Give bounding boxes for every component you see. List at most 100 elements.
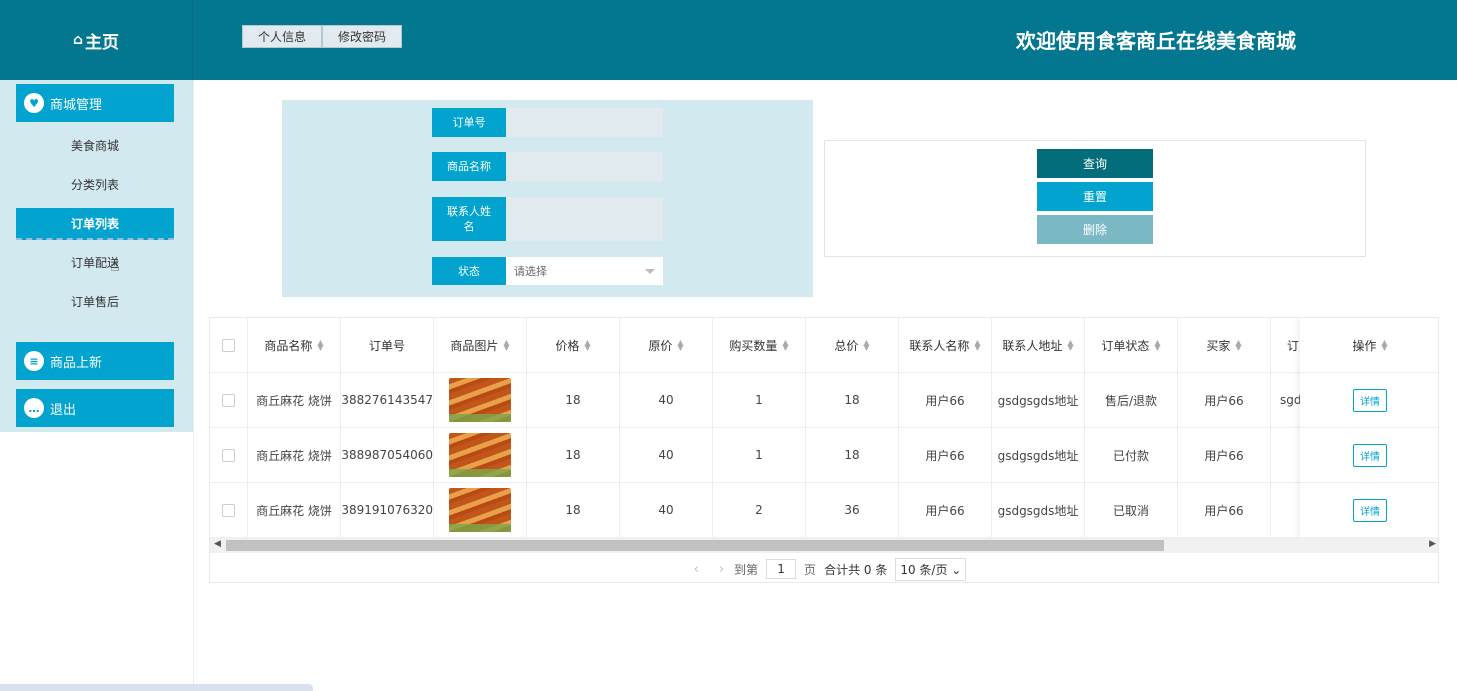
column-header-label: 买家 xyxy=(1206,338,1231,353)
sort-icon: ▲ ▼ xyxy=(1067,338,1074,352)
sidebar-group-mall[interactable]: ♥ 商城管理 xyxy=(16,84,174,122)
top-button-group: 个人信息 修改密码 xyxy=(242,25,403,48)
order-no-cell: 694388276143547 xyxy=(341,373,434,427)
change-password-button[interactable]: 修改密码 xyxy=(322,25,403,48)
pointer-cursor-icon: ☝ xyxy=(110,256,120,275)
column-header-label: 联系人名称 xyxy=(909,338,970,353)
column-header[interactable]: 总价 ▲ ▼ xyxy=(806,318,899,372)
sidebar-item-order-delivery[interactable]: 订单配送 xyxy=(16,246,174,278)
heart-icon: ♥ xyxy=(24,93,44,113)
home-link[interactable]: ⌂ 主页 xyxy=(0,0,193,80)
price-cell: 18 xyxy=(527,428,620,482)
order-status-cell: 已取消 xyxy=(1085,483,1178,537)
column-header[interactable]: 联系人名称 ▲ ▼ xyxy=(899,318,992,372)
page-size-value: 10 条/页 xyxy=(900,562,948,577)
total-count: 合计共 0 条 xyxy=(824,562,888,577)
table-row: 商丘麻花 烧饼 694389191076320 18 40 2 36 用户66 … xyxy=(210,483,1438,538)
column-header[interactable]: 购买数量 ▲ ▼ xyxy=(713,318,806,372)
column-header[interactable]: 商品图片 ▲ ▼ xyxy=(434,318,527,372)
product-name-cell: 商丘麻花 烧饼 xyxy=(248,428,341,482)
top-header: ⌂ 主页 个人信息 修改密码 欢迎使用食客商丘在线美食商城 xyxy=(0,0,1457,80)
operation-cell: 详情 xyxy=(1300,373,1438,428)
sidebar-group-new-products[interactable]: ≡ 商品上新 xyxy=(16,342,174,380)
column-header-label: 订单号 xyxy=(368,338,405,353)
sort-icon: ▲ ▼ xyxy=(317,338,324,352)
operation-cell: 详情 xyxy=(1300,483,1438,538)
column-header[interactable]: 订单状态 ▲ ▼ xyxy=(1085,318,1178,372)
sort-icon: ▲ ▼ xyxy=(974,338,981,352)
status-select[interactable]: 请选择 xyxy=(506,257,663,285)
product-image-cell xyxy=(434,428,527,482)
sidebar-group-label: 退出 xyxy=(50,402,77,418)
select-all-cell xyxy=(210,318,248,372)
sidebar-item-food-mall[interactable]: 美食商城 xyxy=(16,129,174,161)
next-page-icon[interactable]: › xyxy=(719,562,724,577)
order-no-input[interactable] xyxy=(506,108,663,137)
sort-icon: ▲ ▼ xyxy=(677,338,684,352)
column-header[interactable]: 联系人地址 ▲ ▼ xyxy=(992,318,1085,372)
select-all-checkbox[interactable] xyxy=(222,338,235,352)
column-header[interactable]: 买家 ▲ ▼ xyxy=(1178,318,1271,372)
column-header[interactable]: 价格 ▲ ▼ xyxy=(527,318,620,372)
status-label: 状态 xyxy=(432,257,506,285)
column-header-label: 订 xyxy=(1287,338,1300,353)
scroll-left-icon[interactable]: ◀ xyxy=(214,539,221,549)
page-size-select[interactable]: 10 条/页 ⌄ xyxy=(895,557,967,581)
scrollbar-thumb[interactable] xyxy=(226,540,1164,551)
column-header-label: 原价 xyxy=(648,338,673,353)
column-header[interactable]: 商品名称 ▲ ▼ xyxy=(248,318,341,372)
house-icon: ⌂ xyxy=(72,32,84,48)
horizontal-scrollbar[interactable]: ◀ ▶ xyxy=(210,538,1438,553)
sort-icon: ▲ ▼ xyxy=(782,338,789,352)
product-image xyxy=(449,378,511,422)
row-checkbox[interactable] xyxy=(222,448,235,462)
delete-button[interactable]: 删除 xyxy=(1037,215,1153,244)
row-select-cell xyxy=(210,373,248,427)
chevron-down-icon xyxy=(645,269,655,274)
action-panel: 查询 重置 删除 xyxy=(824,140,1366,257)
row-select-cell xyxy=(210,428,248,482)
row-checkbox[interactable] xyxy=(222,503,235,517)
buyer-cell: 用户66 xyxy=(1178,483,1271,537)
product-name-label: 商品名称 xyxy=(432,152,506,181)
product-name-input[interactable] xyxy=(506,152,663,181)
detail-button[interactable]: 详情 xyxy=(1353,498,1387,522)
scroll-right-icon[interactable]: ▶ xyxy=(1429,539,1436,549)
sidebar-item-after-sales[interactable]: 订单售后 xyxy=(16,285,174,317)
contact-name-cell: 用户66 xyxy=(899,483,992,537)
contact-name-label: 联系人姓名 xyxy=(432,197,506,241)
order-table: 商品名称 ▲ ▼ 订单号 商品图片 ▲ ▼ 价格 ▲ ▼ 原价 ▲ ▼ 购买数量 ▲ ▼ 总价 ▲ ▼ … xyxy=(209,317,1439,583)
original-price-cell: 40 xyxy=(620,373,713,427)
original-price-cell: 40 xyxy=(620,483,713,537)
column-header-label: 订单状态 xyxy=(1101,338,1150,353)
reset-button[interactable]: 重置 xyxy=(1037,182,1153,211)
column-header: 订单号 xyxy=(341,318,434,372)
detail-button[interactable]: 详情 xyxy=(1353,388,1387,412)
chat-icon: … xyxy=(24,398,44,418)
sidebar-item-order-list[interactable]: 订单列表 xyxy=(16,208,174,240)
contact-name-input[interactable] xyxy=(506,197,663,241)
page-number-input[interactable]: 1 xyxy=(766,559,797,579)
table-row: 商丘麻花 烧饼 694388276143547 18 40 1 18 用户66 … xyxy=(210,373,1438,428)
sidebar-group-label: 商品上新 xyxy=(50,355,103,371)
pagination: ‹ › 到第 1 页 合计共 0 条 10 条/页 ⌄ xyxy=(210,554,1438,582)
row-select-cell xyxy=(210,483,248,537)
column-header[interactable]: 操作 ▲ ▼ xyxy=(1300,318,1438,373)
prev-page-icon[interactable]: ‹ xyxy=(694,562,699,577)
detail-button[interactable]: 详情 xyxy=(1353,443,1387,467)
sort-icon: ▲ ▼ xyxy=(503,338,510,352)
column-header-label: 商品名称 xyxy=(264,338,313,353)
column-header-label: 价格 xyxy=(555,338,580,353)
sidebar-group-logout[interactable]: … 退出 xyxy=(16,389,174,427)
status-tooltip-bar xyxy=(0,684,313,691)
table-row: 商丘麻花 烧饼 694388987054060 18 40 1 18 用户66 … xyxy=(210,428,1438,483)
price-cell: 18 xyxy=(527,483,620,537)
row-checkbox[interactable] xyxy=(222,393,235,407)
buyer-cell: 用户66 xyxy=(1178,373,1271,427)
goto-label: 到第 xyxy=(734,562,759,577)
column-header[interactable]: 原价 ▲ ▼ xyxy=(620,318,713,372)
profile-button[interactable]: 个人信息 xyxy=(242,25,323,48)
page-unit-label: 页 xyxy=(804,562,817,577)
query-button[interactable]: 查询 xyxy=(1037,149,1153,178)
sidebar-item-category-list[interactable]: 分类列表 xyxy=(16,168,174,200)
